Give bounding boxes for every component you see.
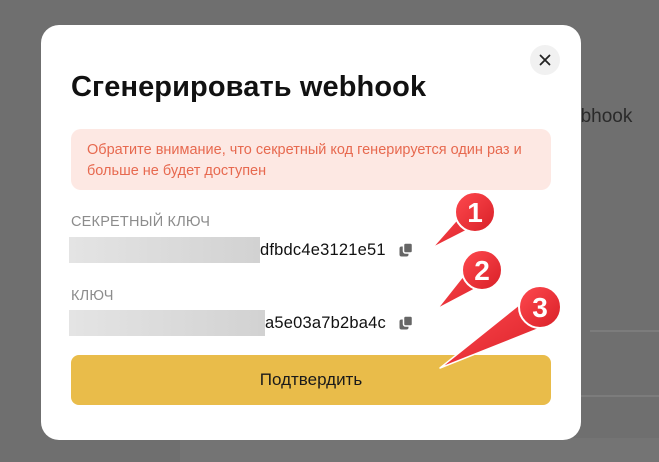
confirm-button[interactable]: Подтвердить — [71, 355, 551, 405]
generate-webhook-modal: Сгенерировать webhook Обратите внимание,… — [41, 25, 581, 440]
background-divider — [590, 330, 659, 332]
close-button[interactable] — [530, 45, 560, 75]
redacted-mask — [69, 310, 265, 336]
copy-icon[interactable] — [398, 242, 414, 258]
secret-key-value-row: dfbdc4e3121e51 — [69, 237, 414, 263]
close-icon — [539, 54, 551, 66]
key-value-row: a5e03a7b2ba4c — [69, 310, 414, 336]
warning-notice: Обратите внимание, что секретный код ген… — [71, 129, 551, 190]
key-value: a5e03a7b2ba4c — [265, 313, 386, 332]
background-panel — [180, 438, 659, 462]
secret-key-value: dfbdc4e3121e51 — [260, 240, 386, 259]
secret-key-label: СЕКРЕТНЫЙ КЛЮЧ — [71, 214, 211, 230]
copy-icon[interactable] — [398, 315, 414, 331]
redacted-mask — [69, 237, 260, 263]
modal-title: Сгенерировать webhook — [71, 71, 427, 103]
key-label: КЛЮЧ — [71, 288, 114, 304]
